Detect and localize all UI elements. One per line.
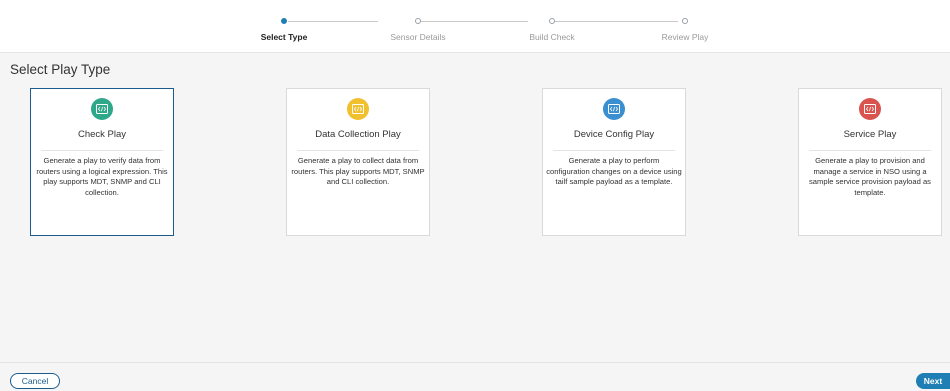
card-title: Data Collection Play	[315, 129, 401, 140]
step-indicator-dot	[549, 18, 555, 24]
code-icon	[603, 98, 625, 120]
step-label: Build Check	[529, 32, 575, 42]
card-title: Check Play	[77, 129, 127, 140]
play-type-card-data-collection-play[interactable]: Data Collection Play Generate a play to …	[286, 88, 430, 236]
card-divider	[553, 150, 675, 151]
cancel-button[interactable]: Cancel	[10, 373, 60, 389]
wizard-progress-bar: Select Type Sensor Details Build Check R…	[0, 0, 950, 53]
code-icon	[91, 98, 113, 120]
step-label: Select Type	[260, 32, 308, 42]
card-description: Generate a play to collect data from rou…	[291, 156, 425, 186]
page-title: Select Play Type	[10, 62, 111, 77]
card-description: Generate a play to provision and manage …	[809, 156, 931, 197]
step-label: Sensor Details	[390, 32, 446, 42]
next-button[interactable]: Next	[916, 373, 950, 389]
card-description: Generate a play to verify data from rout…	[36, 156, 168, 197]
step-indicator-dot	[281, 18, 287, 24]
card-divider	[41, 150, 163, 151]
step-connector	[418, 21, 528, 22]
step-connector	[553, 21, 678, 22]
play-type-card-service-play[interactable]: Service Play Generate a play to provisio…	[798, 88, 942, 236]
step-label: Review Play	[661, 32, 709, 42]
card-divider	[809, 150, 931, 151]
play-type-card-device-config-play[interactable]: Device Config Play Generate a play to pe…	[542, 88, 686, 236]
code-icon	[859, 98, 881, 120]
step-indicator-dot	[682, 18, 688, 24]
step-indicator-dot	[415, 18, 421, 24]
step-connector	[288, 21, 378, 22]
play-type-card-check-play[interactable]: Check Play Generate a play to verify dat…	[30, 88, 174, 236]
code-icon	[347, 98, 369, 120]
card-divider	[297, 150, 419, 151]
card-title: Device Config Play	[573, 129, 655, 140]
footer-bar	[0, 362, 950, 391]
card-description: Generate a play to perform configuration…	[546, 156, 682, 186]
card-title: Service Play	[843, 129, 897, 140]
